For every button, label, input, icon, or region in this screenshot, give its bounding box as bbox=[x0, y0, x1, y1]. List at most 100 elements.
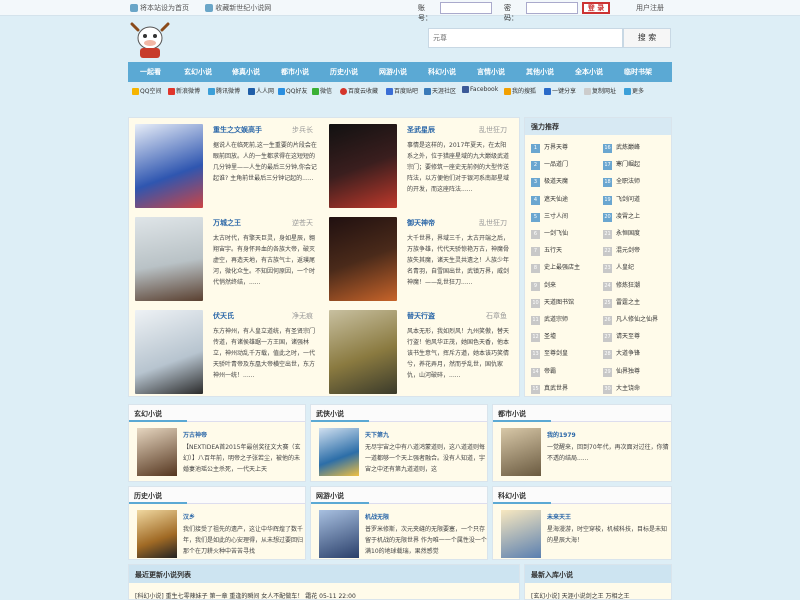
recommend-item[interactable]: 14 帝霸 bbox=[531, 366, 556, 377]
book-cover[interactable] bbox=[329, 124, 397, 208]
share-sohu[interactable]: 我的搜狐 bbox=[504, 86, 536, 95]
share-wechat[interactable]: 微信 bbox=[312, 86, 332, 95]
share-copy-url[interactable]: 复制网址 bbox=[584, 86, 616, 95]
recommend-item[interactable]: 1 万界天尊 bbox=[531, 142, 568, 153]
nav-item[interactable]: 一起看 bbox=[140, 67, 161, 77]
book-title[interactable]: 替天行盗 bbox=[407, 311, 435, 321]
recommend-item[interactable]: 18 全职法师 bbox=[603, 176, 640, 188]
book-cover[interactable] bbox=[329, 217, 397, 301]
book-title[interactable]: 御天神帝 bbox=[407, 218, 435, 228]
share-facebook[interactable]: Facebook bbox=[462, 86, 498, 93]
nav-item[interactable]: 历史小说 bbox=[330, 67, 358, 77]
share-tianya[interactable]: 天涯社区 bbox=[424, 86, 456, 95]
recommend-title: 强力推荐 bbox=[525, 118, 671, 135]
section-name[interactable]: 科幻小说 bbox=[498, 492, 526, 500]
book-cover[interactable] bbox=[135, 124, 203, 208]
book-title[interactable]: 重生之文娱高手 bbox=[213, 125, 262, 135]
section-name[interactable]: 武侠小说 bbox=[316, 410, 344, 418]
recommend-item[interactable]: 12 圣墟 bbox=[531, 331, 556, 343]
book-cover[interactable] bbox=[135, 310, 203, 394]
book-title[interactable]: 我的1979 bbox=[547, 430, 576, 439]
rank-badge: 13 bbox=[531, 350, 540, 360]
recommend-name: 帝霸 bbox=[544, 367, 557, 375]
recommend-item[interactable]: 6 一剑飞仙 bbox=[531, 228, 568, 239]
recommend-item[interactable]: 10 天道图书馆 bbox=[531, 297, 574, 308]
book-title[interactable]: 圣武星辰 bbox=[407, 125, 435, 135]
share-tieba[interactable]: 百度贴吧 bbox=[386, 86, 418, 95]
share-one-click[interactable]: 一键分享 bbox=[544, 86, 576, 95]
book-cover[interactable] bbox=[501, 510, 541, 558]
section-name[interactable]: 网游小说 bbox=[316, 492, 344, 500]
recommend-item[interactable]: 19 飞剑问道 bbox=[603, 194, 640, 205]
recommend-item[interactable]: 17 寒门崛起 bbox=[603, 159, 640, 171]
book-cover[interactable] bbox=[319, 428, 359, 476]
share-qzone[interactable]: QQ空间 bbox=[132, 86, 161, 95]
nav-item[interactable]: 修真小说 bbox=[232, 67, 260, 77]
recommend-item[interactable]: 27 请天至尊 bbox=[603, 331, 640, 343]
book-cover[interactable] bbox=[319, 510, 359, 558]
share-weibo[interactable]: 新浪微博 bbox=[168, 86, 200, 95]
recommend-item[interactable]: 3 极道天魔 bbox=[531, 176, 568, 188]
book-title[interactable]: 天下第九 bbox=[365, 430, 389, 439]
nav-item[interactable]: 临时书架 bbox=[624, 67, 652, 77]
recommend-item[interactable]: 9 剑来 bbox=[531, 280, 556, 291]
recommend-item[interactable]: 20 凌霄之上 bbox=[603, 211, 640, 222]
set-home-link[interactable]: 将本站设为首页 bbox=[130, 4, 189, 12]
recommend-item[interactable]: 8 史上最强店主 bbox=[531, 262, 580, 274]
book-title[interactable]: 机战无限 bbox=[365, 512, 389, 521]
section-name[interactable]: 玄幻小说 bbox=[134, 410, 162, 418]
book-title[interactable]: 万城之王 bbox=[213, 218, 241, 228]
book-cover[interactable] bbox=[137, 428, 177, 476]
site-logo[interactable] bbox=[130, 18, 170, 60]
register-link[interactable]: 用户注册 bbox=[636, 3, 664, 13]
account-label: 账号： bbox=[418, 4, 432, 22]
recommend-item[interactable]: 22 混元剑帝 bbox=[603, 245, 640, 257]
section-name[interactable]: 都市小说 bbox=[498, 410, 526, 418]
recommend-item[interactable]: 30 大主饶命 bbox=[603, 383, 640, 394]
nav-item[interactable]: 都市小说 bbox=[281, 67, 309, 77]
recommend-item[interactable]: 23 人皇纪 bbox=[603, 262, 634, 274]
book-title[interactable]: 伏天氏 bbox=[213, 311, 234, 321]
share-more[interactable]: 更多 bbox=[624, 86, 644, 95]
recommend-item[interactable]: 21 永恒国度 bbox=[603, 228, 640, 239]
password-input[interactable] bbox=[526, 2, 578, 14]
new-book-row[interactable]: [玄幻小说] 天涯小说剑之王 万相之王 bbox=[531, 591, 630, 600]
nav-item[interactable]: 网游小说 bbox=[379, 67, 407, 77]
share-tweibo[interactable]: 腾讯微博 bbox=[208, 86, 240, 95]
recommend-item[interactable]: 16 武炼巅峰 bbox=[603, 142, 640, 153]
nav-item[interactable]: 其他小说 bbox=[526, 67, 554, 77]
recommend-item[interactable]: 11 武道宗师 bbox=[531, 314, 568, 325]
book-cover[interactable] bbox=[135, 217, 203, 301]
bookmark-link[interactable]: 收藏新世纪小说网 bbox=[205, 4, 271, 12]
book-cover[interactable] bbox=[329, 310, 397, 394]
recommend-item[interactable]: 7 五行天 bbox=[531, 245, 562, 257]
recommend-item[interactable]: 28 大道争锋 bbox=[603, 348, 640, 360]
recommend-item[interactable]: 24 修炼狂潮 bbox=[603, 280, 640, 291]
share-qq[interactable]: QQ好友 bbox=[278, 86, 307, 95]
book-title[interactable]: 万古神帝 bbox=[183, 430, 207, 439]
section-name[interactable]: 历史小说 bbox=[134, 492, 162, 500]
account-input[interactable] bbox=[440, 2, 492, 14]
recommend-item[interactable]: 25 雷霆之主 bbox=[603, 297, 640, 308]
recommend-item[interactable]: 5 三寸人间 bbox=[531, 211, 568, 222]
recommend-item[interactable]: 4 遮天仙途 bbox=[531, 194, 568, 205]
recommend-item[interactable]: 26 凡人修仙之仙界 bbox=[603, 314, 658, 325]
book-cover[interactable] bbox=[501, 428, 541, 476]
book-cover[interactable] bbox=[137, 510, 177, 558]
share-renren[interactable]: 人人网 bbox=[248, 86, 274, 95]
book-title[interactable]: 汉乡 bbox=[183, 512, 195, 521]
nav-item[interactable]: 言情小说 bbox=[477, 67, 505, 77]
recommend-item[interactable]: 2 一品道门 bbox=[531, 159, 568, 171]
nav-item[interactable]: 玄幻小说 bbox=[184, 67, 212, 77]
login-button[interactable]: 登 录 bbox=[582, 2, 610, 14]
search-button[interactable]: 搜 索 bbox=[623, 28, 671, 48]
update-row[interactable]: [科幻小说] 重生七零辣妹子 第一章 重逢的瞬间 女人不配做车！ 霜花 05-1… bbox=[135, 591, 356, 600]
nav-item[interactable]: 全本小说 bbox=[575, 67, 603, 77]
search-input[interactable] bbox=[428, 28, 623, 48]
recommend-item[interactable]: 15 真武世界 bbox=[531, 383, 568, 394]
book-title[interactable]: 未来天王 bbox=[547, 512, 571, 521]
recommend-item[interactable]: 29 仙界独尊 bbox=[603, 366, 640, 377]
share-baidu-cloud[interactable]: 百度云收藏 bbox=[340, 86, 378, 95]
recommend-item[interactable]: 13 至尊剑皇 bbox=[531, 348, 568, 360]
nav-item[interactable]: 科幻小说 bbox=[428, 67, 456, 77]
